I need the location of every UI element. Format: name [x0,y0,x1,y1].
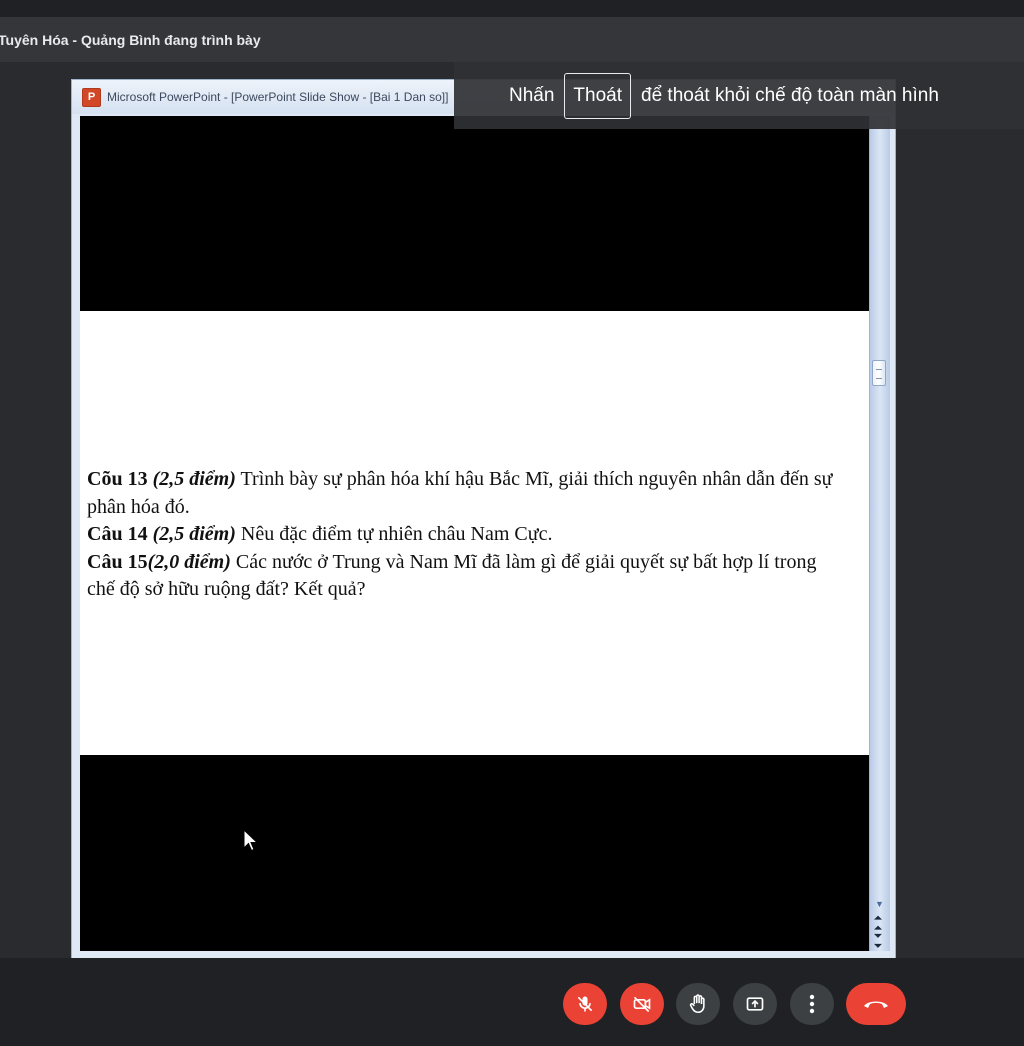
scroll-down-arrow-icon[interactable]: ▼ [875,899,884,909]
next-slide-icon[interactable]: ⏷ ⏷ [874,932,882,952]
exit-key[interactable]: Thoát [564,72,632,119]
camera-toggle-button[interactable] [620,983,664,1025]
question-13-number: Cõu 13 [87,468,148,490]
hint-prefix: Nhấn [509,84,555,106]
mouse-cursor-icon [243,829,259,852]
fullscreen-exit-hint: Nhấn Thoát để thoát khỏi chế độ toàn màn… [454,62,1024,129]
vertical-scrollbar[interactable]: ▼ ⏶ ⏶ ⏷ ⏷ [869,116,890,952]
question-14-text: Nêu đặc điểm tự nhiên châu Nam Cực. [235,523,553,545]
camera-off-icon [633,996,651,1013]
question-14: Câu 14 (2,5 điểm) Nêu đặc điểm tự nhiên … [87,521,847,549]
end-call-icon [864,1001,888,1008]
slide-show-area: Cõu 13 (2,5 điểm) Trình bày sự phân hóa … [80,116,869,951]
more-options-button[interactable] [790,983,834,1025]
question-13-points: (2,5 điểm) [152,468,236,490]
mic-off-icon [577,996,593,1012]
slide: Cõu 13 (2,5 điểm) Trình bày sự phân hóa … [80,311,869,755]
mic-toggle-button[interactable] [563,983,607,1025]
end-call-button[interactable] [846,983,906,1025]
hint-suffix: để thoát khỏi chế độ toàn màn hình [641,84,939,106]
slide-questions: Cõu 13 (2,5 điểm) Trình bày sự phân hóa … [87,466,847,604]
presenter-bar: Tuyên Hóa - Quảng Bình đang trình bày [0,17,1024,62]
question-15-number: Câu 15 [87,550,148,573]
meeting-controls-bar [0,958,1024,1046]
top-strip [0,0,1024,17]
presenter-label: Tuyên Hóa - Quảng Bình đang trình bày [0,31,261,48]
question-14-number: Câu 14 [87,523,148,545]
question-14-points: (2,5 điểm) [152,523,236,545]
raise-hand-icon [689,994,705,1014]
window-title: Microsoft PowerPoint - [PowerPoint Slide… [107,90,449,104]
raise-hand-button[interactable] [676,983,720,1025]
question-15: Câu 15(2,0 điểm) Các nước ở Trung và Nam… [87,549,847,604]
more-vert-icon [809,994,815,1014]
question-15-points: (2,0 điểm) [147,550,231,573]
powerpoint-window: P Microsoft PowerPoint - [PowerPoint Sli… [71,79,896,959]
present-screen-icon [746,997,764,1011]
question-13: Cõu 13 (2,5 điểm) Trình bày sự phân hóa … [87,466,847,521]
powerpoint-logo-icon: P [82,87,101,107]
scrollbar-thumb[interactable] [872,360,886,386]
present-screen-button[interactable] [733,983,777,1025]
